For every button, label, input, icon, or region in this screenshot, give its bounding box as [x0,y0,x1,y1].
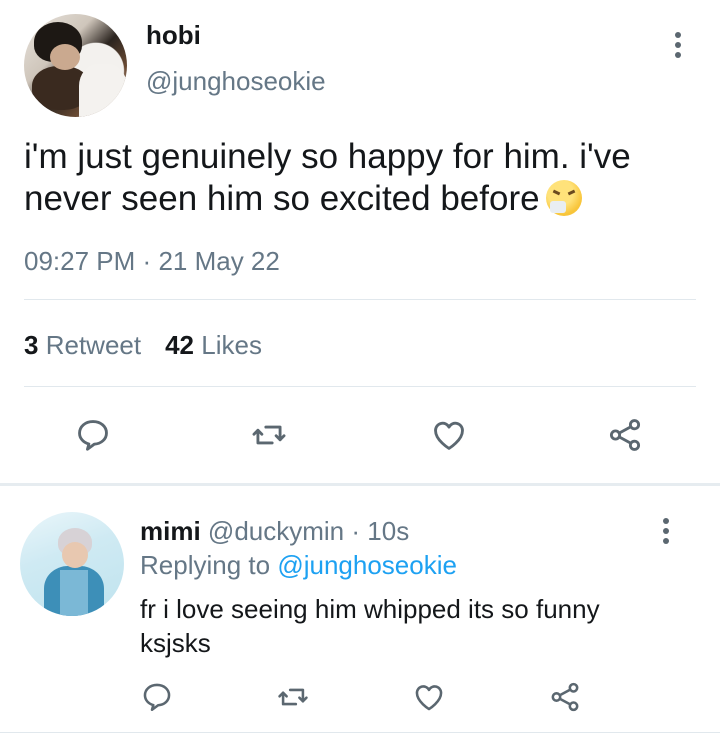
tweet-date: 21 May 22 [158,246,280,276]
more-vertical-icon[interactable] [668,32,688,62]
retweet-icon[interactable] [250,416,288,454]
tweet-text: i'm just genuinely so happy for him. i'v… [24,136,684,220]
reply-avatar[interactable] [20,512,124,616]
retweets-stat[interactable]: 3 Retweet [24,330,141,360]
retweet-icon[interactable] [276,680,310,714]
reply-author-handle[interactable]: @duckymin [208,516,344,546]
retweets-label: Retweet [45,330,142,360]
share-icon[interactable] [606,416,644,454]
reply-time: 10s [367,516,410,546]
divider [24,299,696,300]
share-icon[interactable] [548,680,582,714]
reply-icon[interactable] [74,416,112,454]
author-name[interactable]: hobi [146,20,201,51]
timestamp-separator: · [142,246,152,276]
divider [24,386,696,387]
replying-to-mention[interactable]: @junghoseokie [277,550,457,580]
reply-separator: · [351,516,361,546]
author-handle[interactable]: @junghoseokie [146,66,326,97]
heart-icon[interactable] [412,680,446,714]
reply-text: fr i love seeing him whipped its so funn… [140,594,600,658]
retweets-count: 3 [24,330,39,360]
likes-stat[interactable]: 42 Likes [165,330,262,360]
face-with-tissue-emoji [545,180,582,216]
likes-count: 42 [165,330,195,360]
heart-icon[interactable] [430,416,468,454]
reply-header: mimi @duckymin · 10s [140,516,409,547]
tweet-time: 09:27 PM [24,246,136,276]
thread-divider [0,483,720,486]
reply-icon[interactable] [140,680,174,714]
avatar[interactable] [24,14,127,117]
reply-author-name[interactable]: mimi [140,516,201,546]
tweet-timestamp: 09:27 PM · 21 May 22 [24,246,280,277]
replying-to-label: Replying to [140,550,271,580]
divider [0,732,720,733]
tweet-stats: 3 Retweet 42 Likes [24,330,262,361]
tweet-body: i'm just genuinely so happy for him. i'v… [24,137,631,218]
likes-label: Likes [201,330,262,360]
more-vertical-icon[interactable] [656,518,676,548]
replying-to: Replying to @junghoseokie [140,550,457,581]
